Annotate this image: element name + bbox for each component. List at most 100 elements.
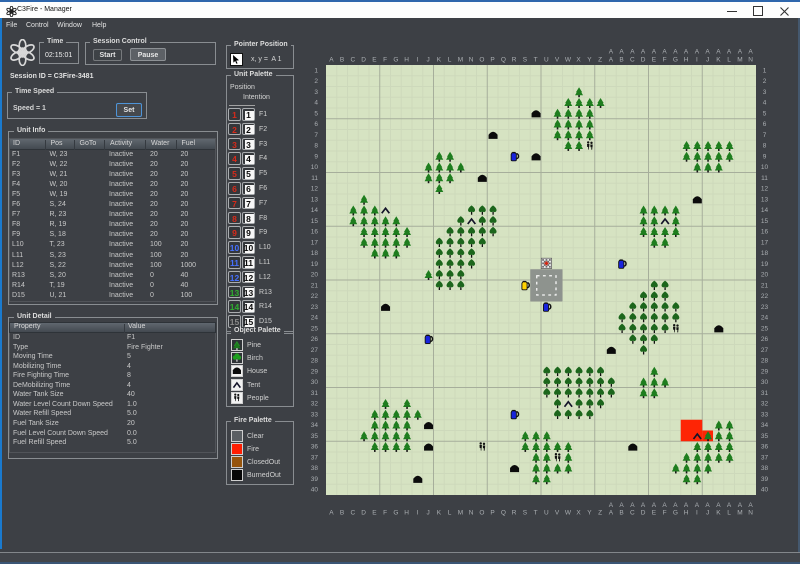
svg-text:N: N: [748, 57, 753, 64]
svg-text:14: 14: [761, 207, 769, 214]
svg-text:A: A: [695, 502, 700, 509]
svg-text:C: C: [630, 510, 635, 517]
svg-text:R: R: [512, 510, 517, 517]
svg-text:A: A: [609, 49, 614, 56]
svg-text:6: 6: [314, 121, 318, 128]
svg-text:20: 20: [311, 272, 319, 279]
svg-text:5: 5: [314, 110, 318, 117]
svg-text:Y: Y: [587, 57, 592, 64]
svg-text:L: L: [727, 510, 731, 517]
svg-text:7: 7: [763, 132, 767, 139]
svg-text:A: A: [609, 57, 614, 64]
svg-text:A: A: [329, 57, 334, 64]
svg-text:32: 32: [311, 401, 319, 408]
svg-text:23: 23: [311, 304, 319, 311]
svg-text:25: 25: [311, 325, 319, 332]
svg-text:S: S: [523, 57, 528, 64]
svg-text:A: A: [630, 49, 635, 56]
svg-text:27: 27: [761, 347, 769, 354]
svg-text:A: A: [619, 502, 624, 509]
svg-text:L: L: [448, 57, 452, 64]
svg-text:12: 12: [311, 186, 319, 193]
svg-text:31: 31: [761, 390, 769, 397]
svg-text:36: 36: [311, 444, 319, 451]
svg-text:1: 1: [314, 67, 318, 74]
svg-text:18: 18: [311, 250, 319, 257]
svg-text:W: W: [565, 57, 572, 64]
svg-text:E: E: [652, 510, 657, 517]
svg-text:A: A: [748, 49, 753, 56]
svg-text:Z: Z: [598, 510, 602, 517]
svg-text:37: 37: [311, 454, 319, 461]
svg-text:D: D: [361, 57, 366, 64]
svg-text:E: E: [372, 510, 377, 517]
svg-text:F: F: [663, 57, 667, 64]
svg-text:20: 20: [761, 272, 769, 279]
svg-text:F: F: [383, 57, 387, 64]
svg-text:B: B: [619, 510, 623, 517]
svg-text:A: A: [619, 49, 624, 56]
svg-text:M: M: [737, 510, 742, 517]
svg-text:5: 5: [763, 110, 767, 117]
svg-text:H: H: [684, 510, 689, 517]
svg-text:22: 22: [311, 293, 319, 300]
svg-text:16: 16: [761, 229, 769, 236]
svg-text:34: 34: [761, 422, 769, 429]
svg-text:A: A: [630, 502, 635, 509]
svg-text:U: U: [544, 57, 549, 64]
svg-text:A: A: [684, 502, 689, 509]
svg-text:X: X: [576, 57, 581, 64]
svg-text:9: 9: [763, 153, 767, 160]
svg-text:A: A: [684, 49, 689, 56]
svg-text:A: A: [738, 502, 743, 509]
svg-text:35: 35: [761, 433, 769, 440]
svg-text:9: 9: [314, 153, 318, 160]
svg-text:3: 3: [314, 89, 318, 96]
svg-text:A: A: [695, 49, 700, 56]
svg-text:15: 15: [761, 218, 769, 225]
svg-text:C: C: [351, 510, 356, 517]
svg-text:35: 35: [311, 433, 319, 440]
svg-text:33: 33: [761, 411, 769, 418]
svg-text:A: A: [641, 49, 646, 56]
svg-text:4: 4: [763, 100, 767, 107]
svg-text:A: A: [609, 502, 614, 509]
svg-text:18: 18: [761, 250, 769, 257]
svg-text:M: M: [458, 57, 463, 64]
svg-text:P: P: [490, 57, 494, 64]
svg-text:11: 11: [311, 175, 318, 182]
svg-text:7: 7: [314, 132, 318, 139]
svg-text:13: 13: [761, 196, 769, 203]
svg-text:3: 3: [763, 89, 767, 96]
svg-text:A: A: [727, 49, 732, 56]
svg-text:H: H: [404, 510, 409, 517]
svg-text:I: I: [416, 57, 418, 64]
svg-text:17: 17: [311, 239, 319, 246]
svg-text:8: 8: [314, 143, 318, 150]
svg-text:21: 21: [311, 282, 319, 289]
svg-text:N: N: [748, 510, 753, 517]
svg-text:31: 31: [311, 390, 319, 397]
svg-text:J: J: [426, 510, 429, 517]
svg-text:15: 15: [311, 218, 319, 225]
svg-text:A: A: [609, 510, 614, 517]
svg-text:N: N: [469, 57, 474, 64]
svg-text:B: B: [619, 57, 623, 64]
svg-text:C: C: [351, 57, 356, 64]
svg-text:32: 32: [761, 401, 769, 408]
svg-text:L: L: [727, 57, 731, 64]
svg-text:A: A: [641, 502, 646, 509]
svg-text:4: 4: [314, 100, 318, 107]
svg-text:29: 29: [311, 368, 319, 375]
svg-text:G: G: [393, 57, 398, 64]
svg-text:10: 10: [761, 164, 769, 171]
svg-text:T: T: [534, 510, 538, 517]
svg-text:14: 14: [311, 207, 319, 214]
svg-text:U: U: [544, 510, 549, 517]
svg-text:Y: Y: [587, 510, 592, 517]
svg-text:12: 12: [761, 186, 769, 193]
svg-text:F: F: [383, 510, 387, 517]
svg-text:J: J: [426, 57, 429, 64]
svg-text:29: 29: [761, 368, 769, 375]
svg-text:A: A: [652, 49, 657, 56]
